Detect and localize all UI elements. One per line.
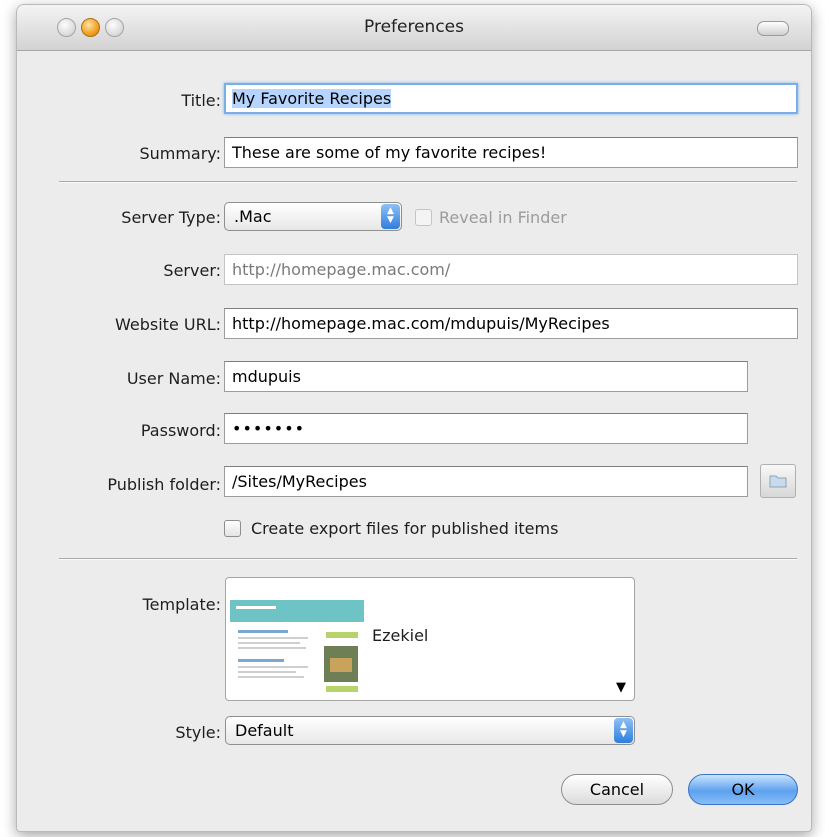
choose-folder-button[interactable] — [760, 464, 796, 498]
template-label: Template: — [142, 595, 221, 614]
cancel-button[interactable]: Cancel — [561, 774, 673, 805]
template-name: Ezekiel — [372, 626, 429, 645]
server-type-value: .Mac — [234, 207, 272, 226]
user-name-field[interactable]: mdupuis — [224, 361, 748, 392]
title-label: Title: — [181, 91, 221, 110]
reveal-in-finder-checkbox[interactable] — [415, 209, 432, 226]
summary-label: Summary: — [139, 144, 221, 163]
website-url-label: Website URL: — [115, 315, 221, 334]
folder-icon — [769, 475, 787, 488]
website-url-field[interactable]: http://homepage.mac.com/mdupuis/MyRecipe… — [224, 308, 798, 339]
preferences-window: Preferences Title: My Favorite Recipes S… — [16, 4, 812, 832]
template-picker[interactable]: Ezekiel ▼ — [225, 577, 635, 701]
popup-stepper-icon: ▲ ▼ — [381, 204, 400, 229]
server-type-popup[interactable]: .Mac ▲ ▼ — [224, 202, 402, 231]
separator — [59, 181, 797, 182]
disclosure-arrow-icon[interactable]: ▼ — [616, 680, 626, 695]
user-name-label: User Name: — [126, 369, 221, 388]
template-thumbnail — [230, 594, 364, 698]
window-title: Preferences — [364, 17, 464, 37]
password-label: Password: — [140, 421, 221, 440]
style-label: Style: — [175, 723, 221, 742]
password-field[interactable]: ••••••• — [224, 413, 748, 444]
server-label: Server: — [163, 261, 221, 280]
title-field[interactable]: My Favorite Recipes — [224, 83, 798, 114]
reveal-in-finder-label: Reveal in Finder — [439, 208, 567, 227]
title-bar[interactable]: Preferences — [17, 5, 811, 51]
summary-field[interactable]: These are some of my favorite recipes! — [224, 137, 798, 168]
publish-folder-label: Publish folder: — [107, 475, 221, 494]
server-field[interactable]: http://homepage.mac.com/ — [224, 254, 798, 285]
title-value: My Favorite Recipes — [232, 89, 392, 108]
ok-button[interactable]: OK — [688, 774, 798, 805]
style-value: Default — [235, 721, 294, 740]
server-type-label: Server Type: — [121, 208, 221, 227]
export-files-label: Create export files for published items — [251, 519, 559, 538]
popup-stepper-icon: ▲ ▼ — [614, 718, 633, 743]
toolbar-toggle-icon[interactable] — [757, 21, 789, 36]
separator — [59, 558, 797, 559]
export-files-checkbox[interactable] — [224, 520, 241, 537]
style-popup[interactable]: Default ▲ ▼ — [225, 716, 635, 745]
publish-folder-field[interactable]: /Sites/MyRecipes — [224, 466, 748, 497]
